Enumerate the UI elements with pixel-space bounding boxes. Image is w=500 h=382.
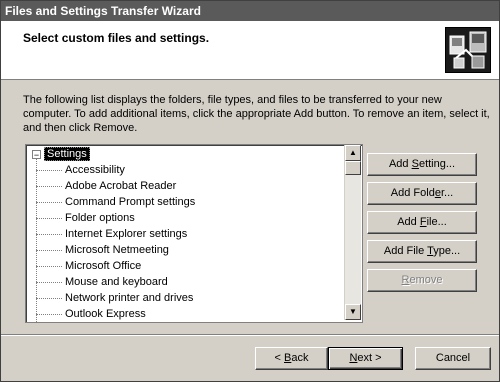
window-title: Files and Settings Transfer Wizard [5,4,201,18]
settings-tree-list[interactable]: − Settings Accessibility Adobe Acrobat Re… [25,144,363,323]
scroll-down-arrow-icon[interactable]: ▼ [345,304,361,320]
tree-item-microsoft-office[interactable]: Microsoft Office [36,258,141,274]
back-button[interactable]: < Back [255,347,328,370]
tree-item-label: Folder options [65,212,135,224]
tree-item-label: Mouse and keyboard [65,276,168,288]
vertical-scrollbar[interactable]: ▲ ▼ [344,145,361,320]
next-button[interactable]: Next > [328,347,403,370]
tree-item-label: Command Prompt settings [65,196,196,208]
tree-item-command-prompt-settings[interactable]: Command Prompt settings [36,194,195,210]
instructions-text: The following list displays the folders,… [23,94,490,134]
tree-view: − Settings Accessibility Adobe Acrobat Re… [26,145,344,322]
tree-item-network-printer-and-drives[interactable]: Network printer and drives [36,290,193,306]
tree-root-label[interactable]: Settings [44,147,90,161]
transfer-wizard-icon [445,27,491,73]
tree-item-folder-options[interactable]: Folder options [36,210,135,226]
remove-button[interactable]: Remove [367,269,477,292]
add-file-type-button[interactable]: Add File Type... [367,240,477,263]
title-bar: Files and Settings Transfer Wizard [1,1,499,21]
tree-item-internet-explorer-settings[interactable]: Internet Explorer settings [36,226,187,242]
add-file-button[interactable]: Add File... [367,211,477,234]
tree-item-mouse-and-keyboard[interactable]: Mouse and keyboard [36,274,168,290]
tree-item-accessibility[interactable]: Accessibility [36,162,125,178]
tree-item-label: Network printer and drives [65,292,194,304]
tree-item-adobe-acrobat-reader[interactable]: Adobe Acrobat Reader [36,178,176,194]
tree-item-label: Internet Explorer settings [65,228,188,240]
tree-item-label: Adobe Acrobat Reader [65,180,177,192]
scroll-thumb[interactable] [345,161,361,175]
add-setting-button[interactable]: Add Setting... [367,153,477,176]
scroll-up-arrow-icon[interactable]: ▲ [345,145,361,161]
add-folder-button[interactable]: Add Folder... [367,182,477,205]
cancel-button[interactable]: Cancel [415,347,491,370]
tree-item-label: Microsoft Office [65,260,142,272]
tree-item-microsoft-netmeeting[interactable]: Microsoft Netmeeting [36,242,169,258]
tree-item-outlook-express[interactable]: Outlook Express [36,306,146,322]
tree-item-label: Outlook Express [65,308,146,320]
footer-divider [1,334,499,336]
tree-item-label: Microsoft Netmeeting [65,244,169,256]
tree-item-label: Accessibility [65,164,125,176]
collapse-icon[interactable]: − [32,149,41,159]
tree-root-settings[interactable]: − Settings [32,147,90,161]
wizard-window: Files and Settings Transfer Wizard Selec… [0,0,500,382]
wizard-header: Select custom files and settings. [1,21,499,80]
page-title: Select custom files and settings. [23,31,210,45]
